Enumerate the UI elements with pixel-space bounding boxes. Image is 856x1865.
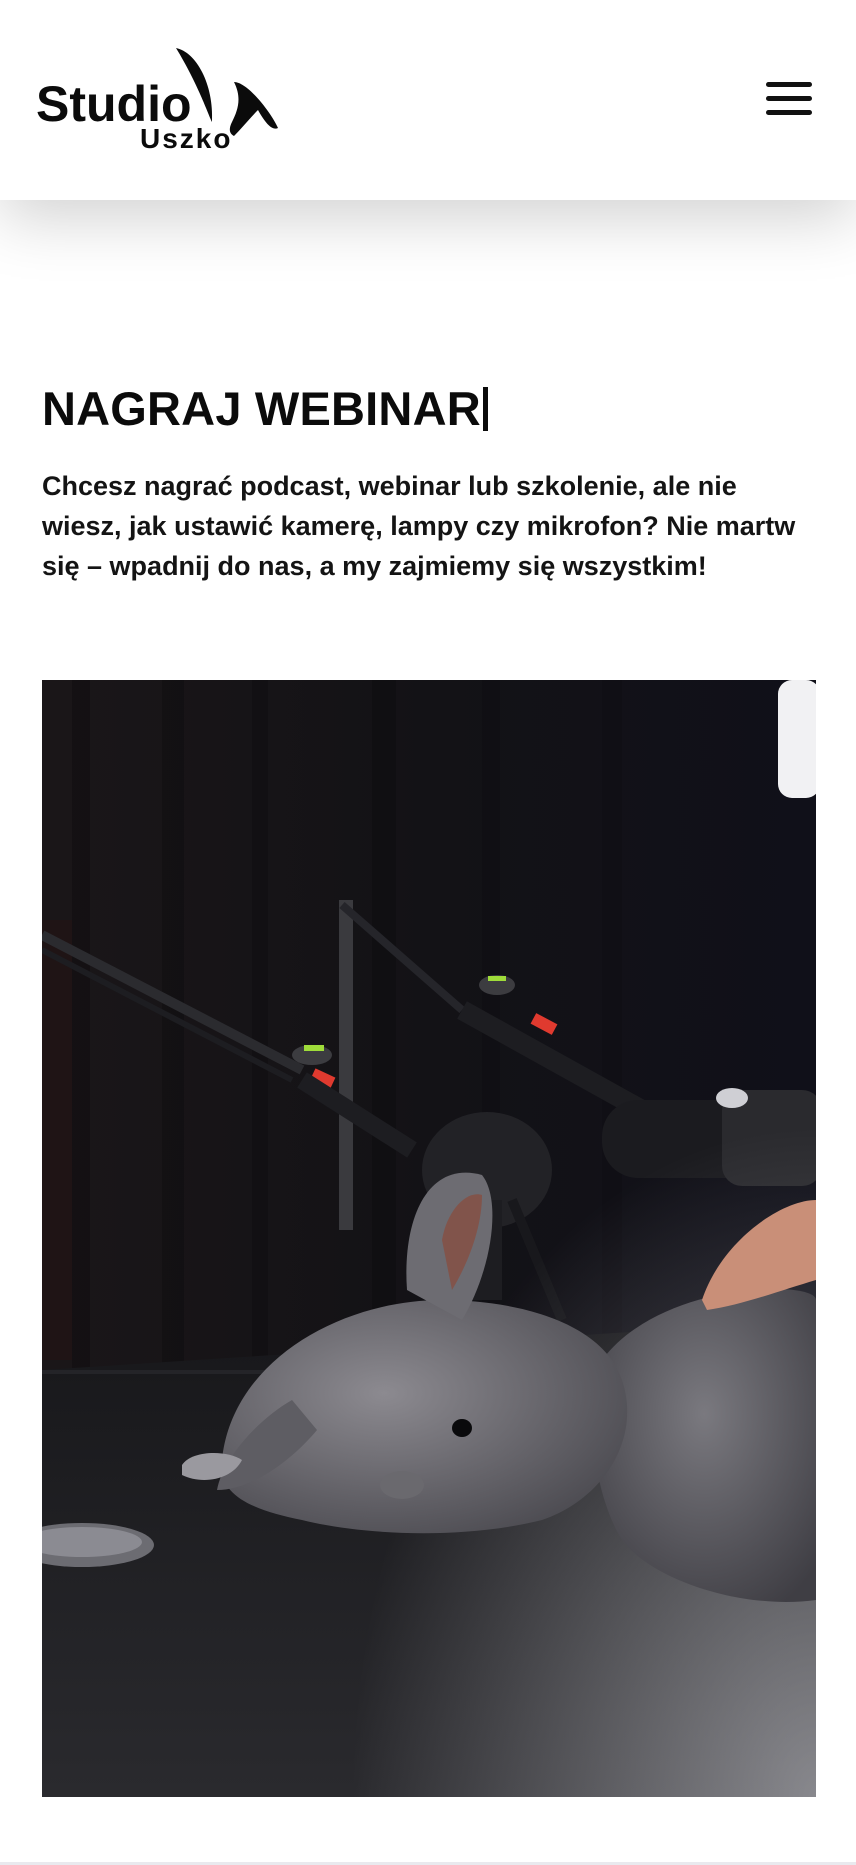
menu-bar [766, 110, 812, 115]
hero-description: Chcesz nagrać podcast, webinar lub szkol… [42, 471, 796, 581]
studio-uszko-logo[interactable]: Studio Uszko [36, 44, 286, 156]
logo-graphic: Studio Uszko [36, 48, 278, 154]
typing-cursor [482, 387, 488, 431]
photo-illustration [42, 680, 816, 1797]
menu-bar [766, 82, 812, 87]
hamburger-menu-icon[interactable] [762, 76, 816, 122]
logo-rabbit-ear-right [229, 82, 278, 136]
site-header: Studio Uszko [0, 0, 856, 200]
menu-bar [766, 96, 812, 101]
rabbit-with-microphones-photo [42, 680, 816, 1797]
hero-section: NAGRAJ WEBINAR Chcesz nagrać podcast, we… [42, 380, 816, 586]
page-title: NAGRAJ WEBINAR [42, 380, 816, 438]
logo-text-uszko: Uszko [140, 123, 232, 154]
page-title-text: NAGRAJ WEBINAR [42, 382, 481, 435]
